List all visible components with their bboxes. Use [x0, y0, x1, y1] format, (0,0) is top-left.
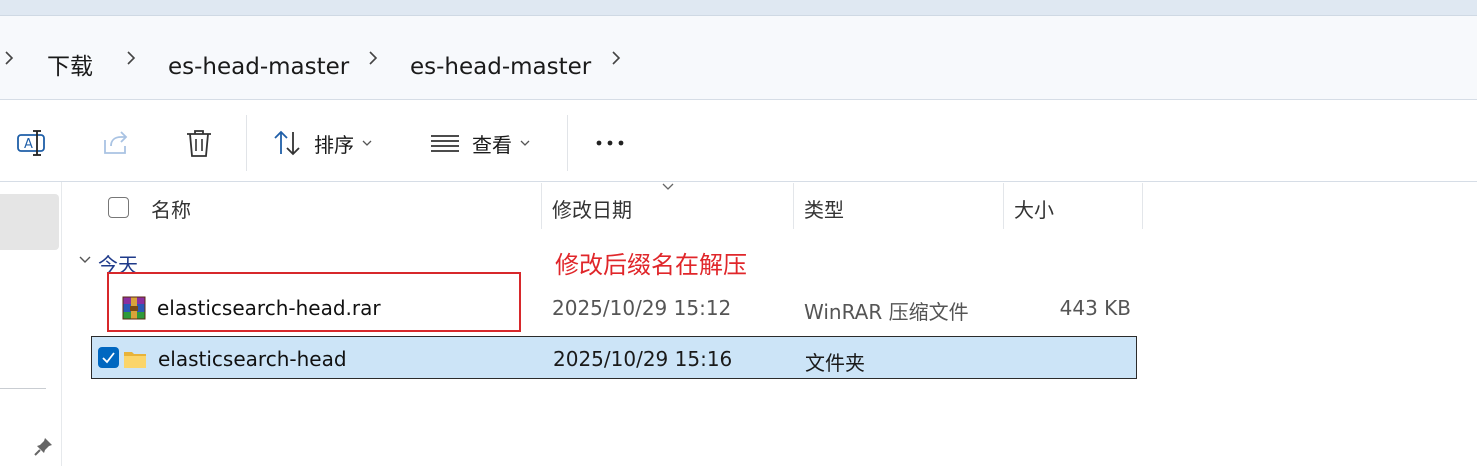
breadcrumb-item-es-head-master-current[interactable]: es-head-master	[410, 56, 591, 79]
nav-divider	[0, 388, 46, 389]
file-date: 2025/10/29 15:16	[553, 347, 733, 371]
rename-icon: A	[17, 130, 45, 156]
share-button[interactable]	[101, 125, 131, 161]
trash-icon	[187, 130, 211, 157]
rename-button[interactable]: A	[16, 125, 48, 161]
toolbar-divider	[246, 115, 247, 171]
annotation-highlight-box	[107, 272, 521, 332]
checkmark-icon	[102, 352, 115, 364]
column-header-date[interactable]: 修改日期	[552, 194, 632, 223]
view-icon	[431, 135, 459, 152]
delete-button[interactable]	[185, 125, 213, 161]
file-size: 443 KB	[1059, 296, 1131, 320]
chevron-down-icon	[362, 140, 372, 146]
column-header-size[interactable]: 大小	[1014, 194, 1054, 223]
file-explorer-window: 下载 es-head-master es-head-master A 排序 查看…	[0, 0, 1477, 466]
select-all-checkbox[interactable]	[108, 197, 129, 218]
share-icon	[104, 131, 128, 154]
column-divider[interactable]	[541, 183, 542, 229]
chevron-down-icon[interactable]	[78, 254, 92, 266]
sort-button[interactable]: 排序	[272, 125, 372, 161]
row-checkbox[interactable]	[98, 347, 119, 368]
svg-text:A: A	[24, 137, 33, 152]
more-icon	[596, 140, 624, 146]
pin-icon[interactable]	[34, 436, 54, 456]
file-date: 2025/10/29 15:12	[552, 296, 732, 320]
sort-chevron-icon	[662, 183, 674, 190]
sort-icon	[274, 130, 300, 156]
chevron-right-icon[interactable]	[609, 46, 623, 70]
column-divider[interactable]	[1142, 183, 1143, 229]
nav-selected-item[interactable]	[0, 194, 59, 250]
column-divider[interactable]	[793, 183, 794, 229]
column-header-type[interactable]: 类型	[804, 194, 844, 223]
folder-icon	[124, 352, 146, 368]
table-row[interactable]: elasticsearch-head 2025/10/29 15:16 文件夹	[91, 336, 1137, 379]
view-button[interactable]: 查看	[430, 125, 530, 161]
file-type: WinRAR 压缩文件	[804, 300, 969, 324]
column-header-name[interactable]: 名称	[151, 194, 191, 223]
navigation-pane	[0, 182, 62, 466]
annotation-text: 修改后缀名在解压	[555, 251, 747, 279]
chevron-down-icon	[520, 140, 530, 146]
file-type: 文件夹	[805, 351, 865, 375]
address-bar[interactable]: 下载 es-head-master es-head-master	[0, 16, 1477, 100]
sort-label: 排序	[314, 132, 354, 157]
view-label: 查看	[472, 132, 512, 157]
chevron-right-icon[interactable]	[124, 46, 138, 70]
title-strip	[0, 0, 1477, 16]
column-divider[interactable]	[1003, 183, 1004, 229]
more-options-button[interactable]	[595, 125, 627, 161]
file-name[interactable]: elasticsearch-head	[158, 347, 347, 371]
chevron-right-icon[interactable]	[366, 46, 380, 70]
breadcrumb-item-es-head-master[interactable]: es-head-master	[168, 56, 349, 79]
chevron-right-icon[interactable]	[2, 46, 16, 70]
command-bar: A 排序 查看	[0, 101, 1477, 182]
toolbar-divider	[567, 115, 568, 171]
breadcrumb-item-downloads[interactable]: 下载	[47, 56, 93, 79]
